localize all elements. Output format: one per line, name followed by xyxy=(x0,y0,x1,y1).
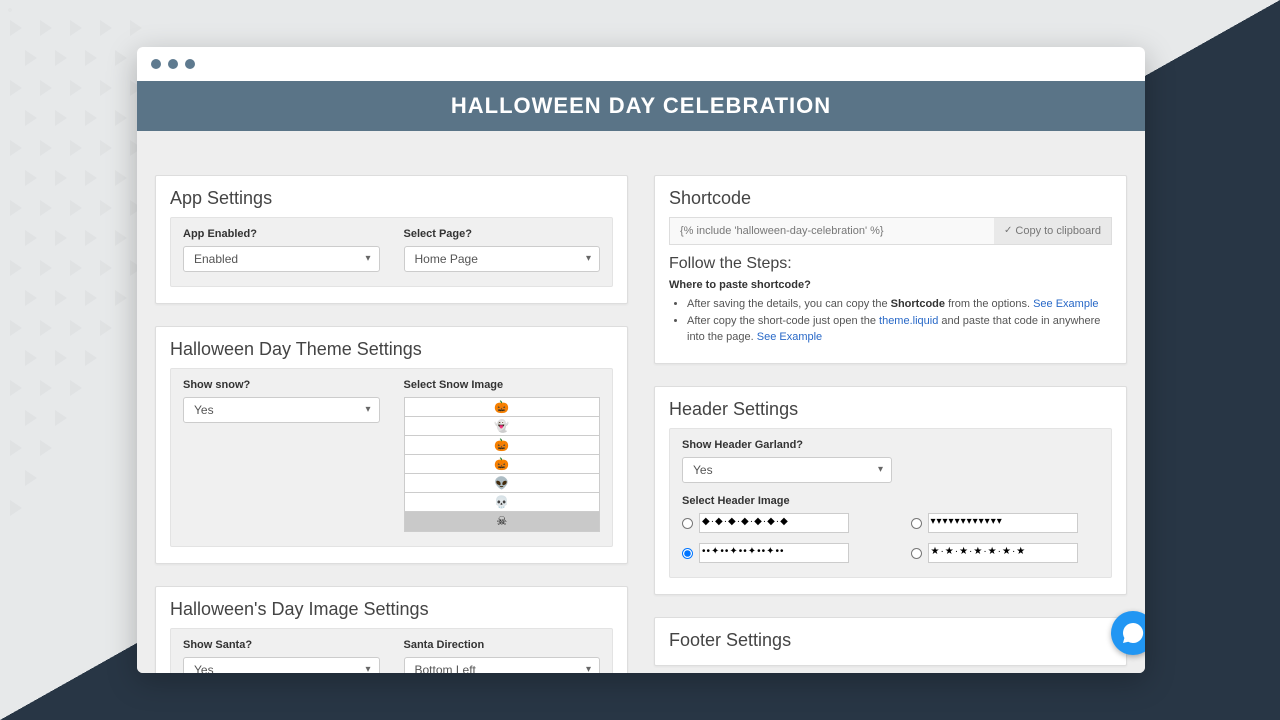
header-image-radio[interactable] xyxy=(682,518,693,529)
garland-preview: ★·★·★·★·★·★·★ xyxy=(928,543,1078,563)
app-settings-panel: App Settings App Enabled? Enabled Select… xyxy=(155,175,628,304)
select-header-image-label: Select Header Image xyxy=(682,495,1099,507)
garland-preview: ••✦••✦••✦••✦•• xyxy=(699,543,849,563)
shortcode-text: {% include 'halloween-day-celebration' %… xyxy=(670,218,994,244)
shortcode-bar: {% include 'halloween-day-celebration' %… xyxy=(669,217,1112,245)
shortcode-panel: Shortcode {% include 'halloween-day-cele… xyxy=(654,175,1127,364)
snow-image-option[interactable]: 👽 xyxy=(405,474,600,493)
garland-preview: ▾▾▾▾▾▾▾▾▾▾▾▾ xyxy=(928,513,1078,533)
select-page-label: Select Page? xyxy=(404,228,601,240)
header-image-option[interactable]: ★·★·★·★·★·★·★ xyxy=(911,543,1100,563)
follow-steps-title: Follow the Steps: xyxy=(669,255,1112,273)
select-page-select[interactable]: Home Page xyxy=(404,246,601,272)
see-example-link[interactable]: See Example xyxy=(757,331,822,343)
panel-body: App Enabled? Enabled Select Page? Home P… xyxy=(170,217,613,287)
santa-direction-label: Santa Direction xyxy=(404,639,601,651)
theme-settings-panel: Halloween Day Theme Settings Show snow? … xyxy=(155,326,628,564)
image-settings-panel: Halloween's Day Image Settings Show Sant… xyxy=(155,586,628,673)
panel-body: Show snow? Yes Select Snow Image 🎃👻🎃🎃👽💀☠ xyxy=(170,368,613,547)
header-image-radio[interactable] xyxy=(911,518,922,529)
header-image-option[interactable]: ◆·◆·◆·◆·◆·◆·◆ xyxy=(682,513,871,533)
window-dot xyxy=(151,59,161,69)
panel-title: Halloween's Day Image Settings xyxy=(170,599,613,620)
right-column: Shortcode {% include 'halloween-day-cele… xyxy=(654,175,1127,673)
window-titlebar xyxy=(137,47,1145,81)
select-snow-image-label: Select Snow Image xyxy=(404,379,601,391)
show-santa-select[interactable]: Yes xyxy=(183,657,380,673)
header-image-option[interactable]: ••✦••✦••✦••✦•• xyxy=(682,543,871,563)
see-example-link[interactable]: See Example xyxy=(1033,298,1098,310)
snow-image-option[interactable]: 💀 xyxy=(405,493,600,512)
header-image-radio[interactable] xyxy=(682,548,693,559)
show-santa-label: Show Santa? xyxy=(183,639,380,651)
show-snow-select[interactable]: Yes xyxy=(183,397,380,423)
santa-direction-select[interactable]: Bottom Left xyxy=(404,657,601,673)
app-window: HALLOWEEN DAY CELEBRATION App Settings A… xyxy=(137,47,1145,673)
panel-body: Show Santa? Yes Santa Direction Bottom L… xyxy=(170,628,613,673)
window-dot xyxy=(185,59,195,69)
header-image-option[interactable]: ▾▾▾▾▾▾▾▾▾▾▾▾ xyxy=(911,513,1100,533)
panel-title: Header Settings xyxy=(669,399,1112,420)
panel-title: App Settings xyxy=(170,188,613,209)
snow-image-option[interactable]: 🎃 xyxy=(405,455,600,474)
help-item: After copy the short-code just open the … xyxy=(687,314,1112,345)
where-paste-label: Where to paste shortcode? xyxy=(669,279,1112,291)
theme-liquid-link[interactable]: theme.liquid xyxy=(879,315,938,327)
window-dot xyxy=(168,59,178,69)
panel-title: Halloween Day Theme Settings xyxy=(170,339,613,360)
panel-body: Show Header Garland? Yes Select Header I… xyxy=(669,428,1112,578)
header-image-radio[interactable] xyxy=(911,548,922,559)
content-area: App Settings App Enabled? Enabled Select… xyxy=(137,131,1145,673)
page-title: HALLOWEEN DAY CELEBRATION xyxy=(137,81,1145,131)
garland-preview: ◆·◆·◆·◆·◆·◆·◆ xyxy=(699,513,849,533)
show-garland-select[interactable]: Yes xyxy=(682,457,892,483)
help-list: After saving the details, you can copy t… xyxy=(669,297,1112,345)
panel-title: Shortcode xyxy=(669,188,1112,209)
left-column: App Settings App Enabled? Enabled Select… xyxy=(155,175,628,673)
snow-image-option[interactable]: 🎃 xyxy=(405,436,600,455)
header-settings-panel: Header Settings Show Header Garland? Yes… xyxy=(654,386,1127,595)
snow-image-list[interactable]: 🎃👻🎃🎃👽💀☠ xyxy=(404,397,601,532)
header-image-options: ◆·◆·◆·◆·◆·◆·◆ ▾▾▾▾▾▾▾▾▾▾▾▾ ••✦••✦••✦••✦•• ★… xyxy=(682,513,1099,563)
panel-title: Footer Settings xyxy=(669,630,1112,651)
app-enabled-label: App Enabled? xyxy=(183,228,380,240)
app-enabled-select[interactable]: Enabled xyxy=(183,246,380,272)
snow-image-option[interactable]: ☠ xyxy=(405,512,600,531)
show-garland-label: Show Header Garland? xyxy=(682,439,1099,451)
help-item: After saving the details, you can copy t… xyxy=(687,297,1112,312)
footer-settings-panel: Footer Settings xyxy=(654,617,1127,666)
snow-image-option[interactable]: 🎃 xyxy=(405,398,600,417)
snow-image-option[interactable]: 👻 xyxy=(405,417,600,436)
copy-to-clipboard-button[interactable]: Copy to clipboard xyxy=(994,218,1111,244)
show-snow-label: Show snow? xyxy=(183,379,380,391)
